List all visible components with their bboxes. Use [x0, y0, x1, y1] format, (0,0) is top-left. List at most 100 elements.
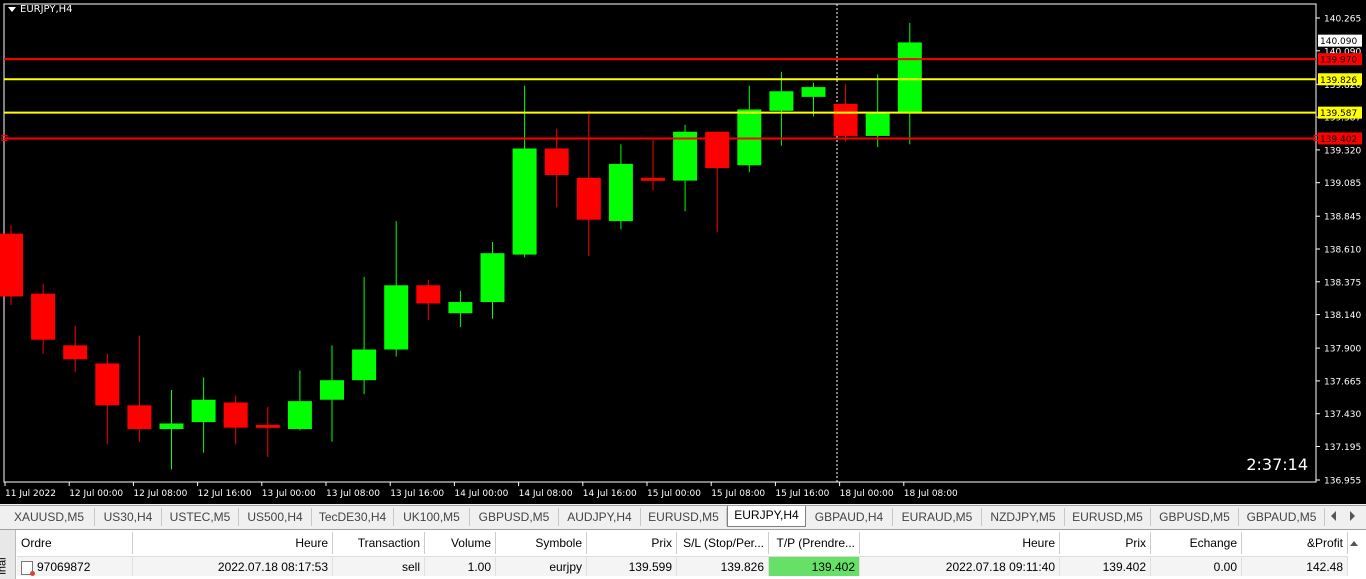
bearish-candle-body	[544, 148, 569, 176]
candlestick-chart[interactable]: 140.265 140.090 139.826 139.587 139.320 139.0…	[0, 0, 1366, 504]
terminal-side-label[interactable]: inal	[0, 530, 16, 579]
bullish-candle-body	[191, 399, 216, 423]
column-header-open-time[interactable]: Heure	[133, 532, 333, 554]
chart-menu-arrow-icon[interactable]	[8, 7, 16, 12]
tabs-scroll-left-icon[interactable]	[1331, 511, 1336, 521]
bullish-candle-body	[865, 112, 890, 136]
bullish-candle-body	[512, 148, 537, 255]
bearish-candle-body	[31, 293, 56, 340]
profit-cell[interactable]: 142.48	[1242, 556, 1348, 576]
bullish-candle-body	[480, 253, 505, 303]
bullish-candle-body	[448, 302, 473, 314]
chart-area[interactable]: 140.265 140.090 139.826 139.587 139.320 139.0…	[0, 0, 1366, 504]
column-header-take-profit[interactable]: T/P (Prendre...	[769, 532, 860, 554]
open-price-cell[interactable]: 139.599	[587, 556, 677, 576]
price-level-label: 139.970	[1320, 56, 1357, 66]
tabs-scroll-right-icon[interactable]	[1350, 511, 1355, 521]
time-axis-label: 12 Jul 16:00	[198, 489, 252, 499]
bullish-candle-body	[352, 349, 377, 381]
column-header-symbol[interactable]: Symbole	[496, 532, 587, 554]
bearish-candle-body	[127, 405, 152, 430]
time-axis-label: 13 Jul 08:00	[326, 489, 380, 499]
tab-tecde30-h4[interactable]: TecDE30,H4	[312, 508, 394, 526]
bearish-candle-body	[641, 177, 665, 181]
terminal-panel: inal Ordre Heure Transaction Volume Symb…	[0, 529, 1366, 579]
column-header-close-time[interactable]: Heure	[860, 532, 1060, 554]
column-header-volume[interactable]: Volume	[425, 532, 496, 554]
bullish-candle-body	[384, 285, 409, 350]
tab-ustec-m5[interactable]: USTEC,M5	[162, 508, 239, 526]
swap-cell[interactable]: 0.00	[1151, 556, 1242, 576]
stop-loss-cell[interactable]: 139.826	[677, 556, 769, 576]
column-header-stop-loss[interactable]: S/L (Stop/Per...	[677, 532, 769, 554]
bearish-candle-body	[0, 233, 23, 297]
bullish-candle-body	[320, 380, 344, 400]
price-scale-label: 138.375	[1324, 278, 1361, 288]
tab-eurusd-m5[interactable]: EURUSD,M5	[641, 508, 727, 526]
price-scale-label: 137.665	[1324, 377, 1361, 387]
sell-order-icon	[21, 560, 35, 576]
tab-uk100-m5[interactable]: UK100,M5	[394, 508, 470, 526]
chart-tabs-bar: XAUUSD,M5 US30,H4 USTEC,M5 US500,H4 TecD…	[0, 505, 1366, 528]
close-price-cell[interactable]: 139.402	[1060, 556, 1151, 576]
column-header-close-price[interactable]: Prix	[1060, 532, 1151, 554]
bullish-candle-body	[737, 109, 762, 166]
price-scale-label: 138.140	[1324, 311, 1361, 321]
bullish-candle-body	[801, 87, 826, 97]
price-level-label: 139.402	[1320, 135, 1357, 145]
price-scale-label: 137.195	[1324, 443, 1361, 453]
bearish-candle-body	[576, 177, 601, 220]
tab-gbpaud-h4[interactable]: GBPAUD,H4	[806, 508, 893, 526]
volume-cell[interactable]: 1.00	[425, 556, 496, 576]
price-scale-label: 140.265	[1324, 15, 1361, 25]
price-scale-label: 138.610	[1324, 246, 1361, 256]
tab-eurusd-m5-2[interactable]: EURUSD,M5	[1065, 508, 1151, 526]
bearish-candle-body	[833, 103, 858, 136]
bar-countdown-timer: 2:37:14	[1246, 455, 1308, 474]
bullish-candle-body	[769, 91, 794, 111]
time-axis-label: 15 Jul 08:00	[711, 489, 765, 499]
bullish-candle-body	[287, 401, 312, 430]
take-profit-cell[interactable]: 139.402	[769, 556, 860, 576]
time-axis-label: 12 Jul 08:00	[133, 489, 187, 499]
time-axis-label: 11 Jul 2022	[5, 489, 56, 499]
symbol-cell[interactable]: eurjpy	[496, 556, 587, 576]
column-header-order[interactable]: Ordre	[17, 532, 133, 554]
time-axis-label: 15 Jul 16:00	[775, 489, 829, 499]
tab-euraud-m5[interactable]: EURAUD,M5	[893, 508, 982, 526]
bearish-candle-body	[705, 131, 730, 169]
bullish-candle-body	[897, 42, 922, 113]
order-cell[interactable]: 97069872	[17, 556, 133, 576]
bearish-candle-body	[255, 424, 280, 428]
terminal-scroll-up-icon[interactable]	[1350, 541, 1358, 546]
tab-gbpusd-m5-2[interactable]: GBPUSD,M5	[1151, 508, 1239, 526]
chart-symbol-title: EURJPY,H4	[20, 4, 73, 15]
price-scale-label: 137.430	[1324, 410, 1361, 420]
bearish-candle-body	[416, 285, 441, 304]
open-time-cell[interactable]: 2022.07.18 08:17:53	[133, 556, 333, 576]
tab-xauusd-m5[interactable]: XAUUSD,M5	[4, 508, 95, 526]
column-header-swap[interactable]: Echange	[1151, 532, 1242, 554]
tab-audjpy-h4[interactable]: AUDJPY,H4	[559, 508, 641, 526]
price-level-label: 139.826	[1320, 76, 1357, 86]
column-header-profit[interactable]: &Profit	[1242, 532, 1348, 554]
bullish-candle-body	[608, 163, 633, 222]
column-header-transaction[interactable]: Transaction	[333, 532, 425, 554]
time-axis-label: 15 Jul 00:00	[647, 489, 701, 499]
tab-us30-h4[interactable]: US30,H4	[95, 508, 162, 526]
close-time-cell[interactable]: 2022.07.18 09:11:40	[860, 556, 1060, 576]
price-level-label: 139.587	[1320, 109, 1357, 119]
tab-eurjpy-h4[interactable]: EURJPY,H4	[727, 506, 806, 527]
time-axis-label: 13 Jul 16:00	[390, 489, 444, 499]
bullish-candle-body	[159, 423, 184, 430]
tab-gbpusd-m5[interactable]: GBPUSD,M5	[470, 508, 559, 526]
tab-nzdjpy-m5[interactable]: NZDJPY,M5	[982, 508, 1065, 526]
price-scale-label: 137.900	[1324, 345, 1361, 355]
tab-us500-h4[interactable]: US500,H4	[239, 508, 312, 526]
order-number: 97069872	[37, 560, 91, 574]
bearish-candle-body	[63, 345, 88, 360]
column-header-open-price[interactable]: Prix	[587, 532, 677, 554]
transaction-cell[interactable]: sell	[333, 556, 425, 576]
time-axis-label: 18 Jul 00:00	[840, 489, 894, 499]
tab-gbpaud-m5[interactable]: GBPAUD,M5	[1239, 508, 1325, 526]
